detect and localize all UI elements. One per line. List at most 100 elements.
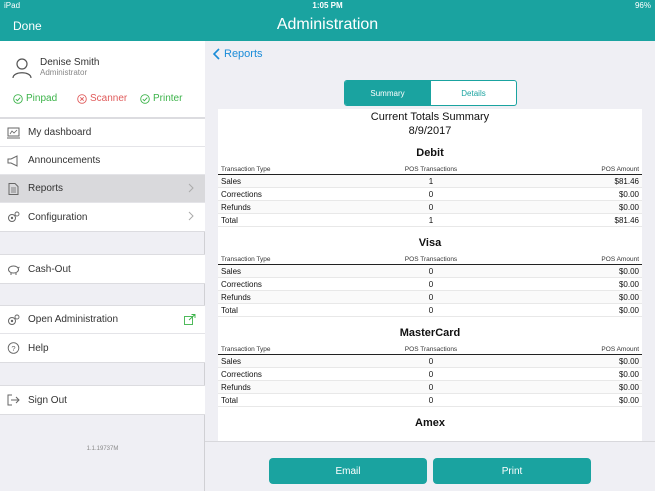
email-button[interactable]: Email <box>269 458 427 484</box>
table-body: Sales 0 $0.00 Corrections 0 $0.00 Refunds 0 $0.0… <box>218 355 642 407</box>
column-header: POS Amount <box>601 346 639 353</box>
table-header: Transaction Type POS Transactions POS Amou… <box>218 345 642 355</box>
section-title: MasterCard <box>399 327 461 339</box>
sidebar-item-label: Reports <box>28 183 64 194</box>
table-cell: Sales <box>221 356 242 366</box>
scanner-label: Scanner <box>90 93 128 104</box>
nav-bar: Done Administration <box>0 12 655 41</box>
table-cell: Total <box>221 305 238 315</box>
tab-details[interactable]: Details <box>430 81 516 105</box>
user-card: Denise Smith Administrator Pinpad Scanne… <box>0 41 205 118</box>
app-version: 1.1.19737M <box>86 446 119 452</box>
table-cell: 0 <box>428 266 434 276</box>
table-cell: 1 <box>428 176 434 186</box>
table-header: Transaction Type POS Transactions POS Amou… <box>218 165 642 175</box>
report-body[interactable]: Current Totals Summary 8/9/2017 Debit Tra… <box>218 109 642 441</box>
error-circle-icon <box>77 93 87 104</box>
report-section: Visa Transaction Type POS Transactions POS … <box>218 237 642 317</box>
table-row: Corrections 0 $0.00 <box>218 278 642 291</box>
column-header: Transaction Type <box>221 346 271 353</box>
sidebar-item-label: Open Administration <box>28 314 119 325</box>
report-view-toggle: Summary Details <box>344 80 517 106</box>
table-cell: $0.00 <box>618 279 639 289</box>
tab-summary[interactable]: Summary <box>345 81 430 105</box>
table-cell: Corrections <box>221 369 262 379</box>
printer-status[interactable]: Printer <box>140 93 182 104</box>
menu-group-signout: Sign Out <box>0 385 205 415</box>
sidebar-item-configuration[interactable]: Configuration <box>0 203 205 231</box>
pinpad-label: Pinpad <box>26 93 58 104</box>
table-cell: Total <box>221 395 238 405</box>
pinpad-status[interactable]: Pinpad <box>13 93 57 104</box>
clock: 1:05 PM <box>312 1 343 10</box>
piggy-bank-icon <box>8 265 20 275</box>
table-cell: 0 <box>428 189 434 199</box>
battery-level: 96% <box>634 1 651 10</box>
action-bar: Email Print <box>205 441 655 491</box>
chevron-right-icon <box>188 211 194 221</box>
table-row: Total 0 $0.00 <box>218 394 642 407</box>
table-cell: $81.46 <box>614 215 639 225</box>
sidebar-item-label: Help <box>28 342 49 354</box>
table-cell: Refunds <box>221 202 251 212</box>
status-bar: iPad 1:05 PM 96% <box>0 0 655 12</box>
external-link-icon <box>184 314 196 325</box>
table-header: Transaction Type POS Transactions POS Amou… <box>218 255 642 265</box>
scanner-status[interactable]: Scanner <box>77 93 127 104</box>
sidebar-item-reports[interactable]: Reports <box>0 175 205 203</box>
sidebar: Denise Smith Administrator Pinpad Scanne… <box>0 41 205 491</box>
report-section: Amex <box>218 417 642 435</box>
check-circle-icon <box>13 93 23 104</box>
report-section: MasterCard Transaction Type POS Transactio… <box>218 327 642 407</box>
user-role: Administrator <box>40 68 88 77</box>
gears-icon <box>8 314 20 325</box>
table-cell: $0.00 <box>618 305 639 315</box>
sidebar-item-label: Cash-Out <box>28 263 71 275</box>
menu-group-admin: Open Administration ? Help <box>0 305 205 363</box>
table-cell: $0.00 <box>618 356 639 366</box>
back-button[interactable]: Reports <box>213 48 263 60</box>
table-row: Corrections 0 $0.00 <box>218 368 642 381</box>
column-header: POS Transactions <box>404 346 458 353</box>
table-cell: Refunds <box>221 292 251 302</box>
table-cell: $0.00 <box>618 382 639 392</box>
column-header: POS Amount <box>601 256 639 263</box>
table-cell: Corrections <box>221 189 262 199</box>
table-row: Corrections 0 $0.00 <box>218 188 642 201</box>
avatar-icon <box>12 58 32 79</box>
table-body: Sales 1 $81.46 Corrections 0 $0.00 Refunds 0 $0.… <box>218 175 642 227</box>
sign-out-icon <box>7 394 20 406</box>
table-row: Refunds 0 $0.00 <box>218 381 642 394</box>
sidebar-item-help[interactable]: ? Help <box>0 334 205 362</box>
chevron-right-icon <box>188 183 194 193</box>
table-cell: 0 <box>428 369 434 379</box>
table-cell: 0 <box>428 356 434 366</box>
user-name: Denise Smith <box>40 57 100 68</box>
column-header: Transaction Type <box>221 256 271 263</box>
table-row: Refunds 0 $0.00 <box>218 291 642 304</box>
table-cell: Corrections <box>221 279 262 289</box>
dashboard-icon <box>7 127 20 139</box>
sidebar-item-sign-out[interactable]: Sign Out <box>0 386 205 414</box>
table-cell: 0 <box>428 305 434 315</box>
table-cell: $0.00 <box>618 395 639 405</box>
check-circle-icon <box>140 93 150 104</box>
sidebar-item-my-dashboard[interactable]: My dashboard <box>0 119 205 147</box>
report-date: 8/9/2017 <box>408 125 452 137</box>
sidebar-item-label: Sign Out <box>28 394 67 406</box>
sidebar-item-label: Configuration <box>28 211 88 223</box>
table-row: Total 0 $0.00 <box>218 304 642 317</box>
table-cell: 0 <box>428 279 434 289</box>
printer-label: Printer <box>153 93 183 104</box>
sidebar-item-announcements[interactable]: Announcements <box>0 147 205 175</box>
section-title: Amex <box>415 417 445 429</box>
page-title: Administration <box>276 16 379 33</box>
megaphone-icon <box>7 155 18 167</box>
table-cell: 0 <box>428 395 434 405</box>
table-row: Sales 0 $0.00 <box>218 355 642 368</box>
table-cell: 0 <box>428 202 434 212</box>
table-cell: $0.00 <box>618 189 639 199</box>
sidebar-item-cash-out[interactable]: Cash-Out <box>0 255 205 283</box>
sidebar-item-open-administration[interactable]: Open Administration <box>0 306 205 334</box>
print-button[interactable]: Print <box>433 458 591 484</box>
